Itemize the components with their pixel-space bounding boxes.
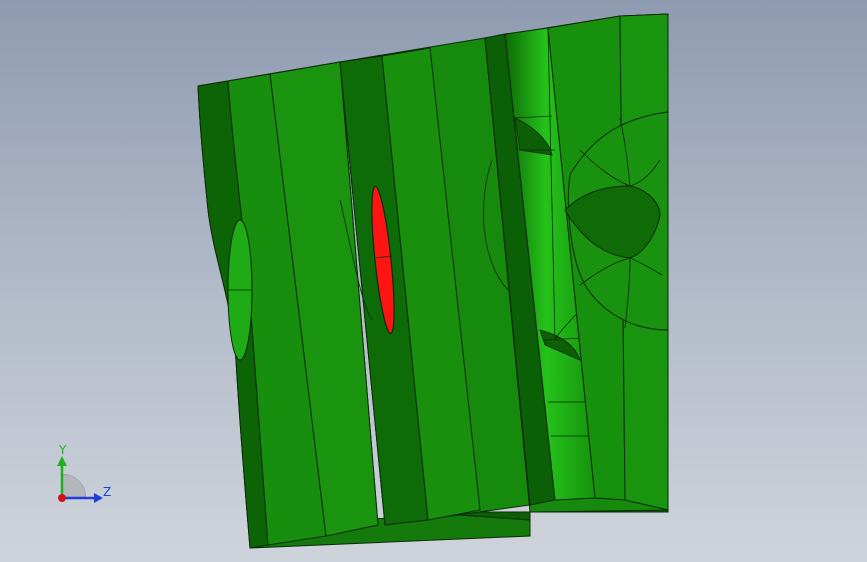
graphics-viewport[interactable]: Y Z	[0, 0, 867, 562]
coordinate-triad: Y Z	[57, 443, 111, 503]
part-model[interactable]	[0, 0, 867, 562]
y-axis-label: Y	[58, 443, 67, 457]
z-axis-label: Z	[103, 485, 111, 499]
x-axis-dot	[58, 494, 66, 502]
